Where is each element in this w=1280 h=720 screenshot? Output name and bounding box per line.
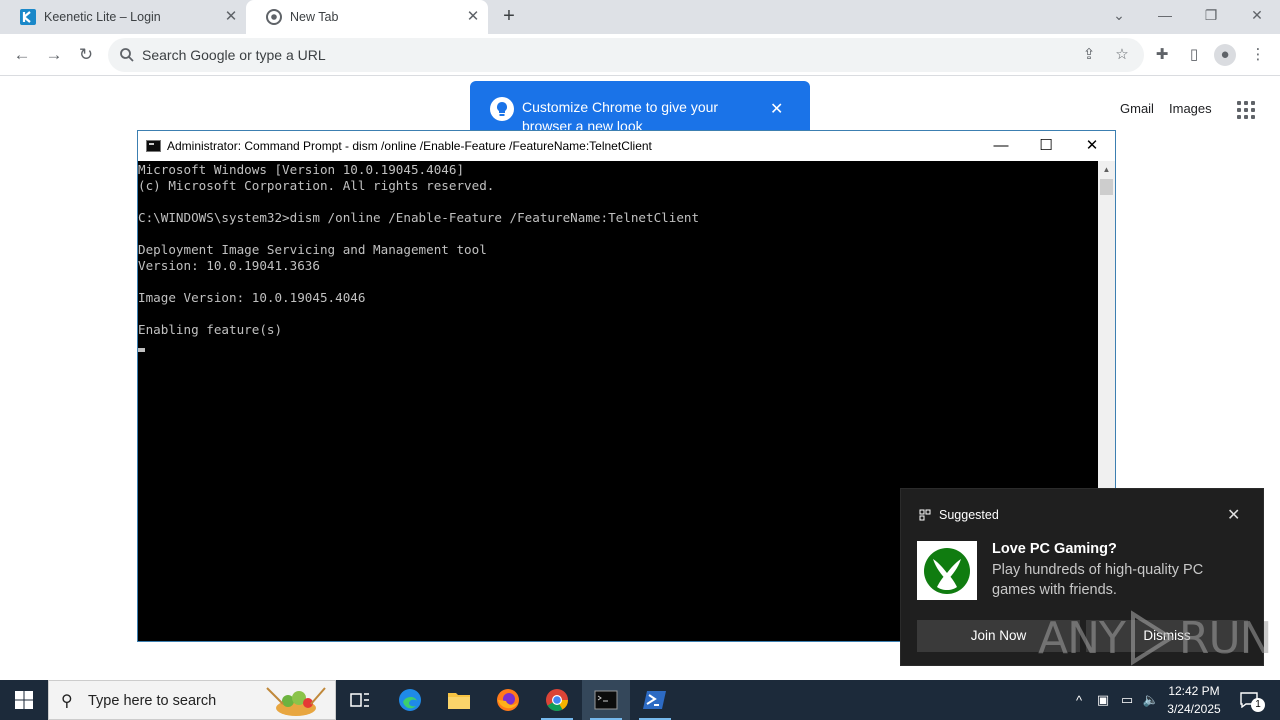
browser-tab-strip: Keenetic Lite – Login ✕ New Tab ✕ + ⌄ — … bbox=[0, 0, 1280, 34]
chrome-favicon-icon bbox=[266, 9, 282, 25]
cmd-maximize-icon[interactable]: ☐ bbox=[1023, 131, 1069, 161]
xbox-logo-icon bbox=[917, 541, 977, 600]
cmd-minimize-icon[interactable]: — bbox=[978, 131, 1024, 161]
tab-label: New Tab bbox=[290, 10, 339, 24]
edge-browser-icon[interactable] bbox=[386, 680, 434, 720]
windows-taskbar: ⚲ Type here to search ^ ▣ ▭ 🔈 12:42 PM 3… bbox=[0, 680, 1280, 720]
extensions-puzzle-icon[interactable]: ✚ bbox=[1151, 44, 1173, 66]
settings-tile-icon bbox=[919, 509, 931, 521]
clock-time: 12:42 PM bbox=[1168, 684, 1220, 698]
cmd-app-icon bbox=[146, 140, 161, 152]
minimize-icon[interactable]: — bbox=[1142, 0, 1188, 34]
network-icon[interactable]: ▭ bbox=[1116, 680, 1138, 720]
notification-close-icon[interactable]: ✕ bbox=[1227, 505, 1240, 525]
scroll-up-arrow-icon[interactable]: ▲ bbox=[1098, 161, 1115, 178]
console-line: ​ bbox=[138, 274, 1098, 290]
notification-header-label: Suggested bbox=[939, 508, 999, 522]
browser-toolbar: ← → ↻ ⇪ ☆ ✚ ▯ ● ⋮ bbox=[0, 34, 1280, 76]
back-arrow-icon[interactable]: ← bbox=[10, 43, 34, 67]
console-line: C:\WINDOWS\system32>dism /online /Enable… bbox=[138, 210, 700, 225]
omnibox[interactable]: ⇪ ☆ bbox=[108, 38, 1144, 72]
command-prompt-taskbar-icon[interactable] bbox=[582, 680, 630, 720]
notification-body: Play hundreds of high-quality PC games w… bbox=[992, 562, 1204, 598]
file-explorer-icon[interactable] bbox=[435, 680, 483, 720]
reload-icon[interactable]: ↻ bbox=[74, 43, 98, 67]
console-line: Image Version: 10.0.19045.4046 bbox=[138, 290, 366, 305]
firefox-icon[interactable] bbox=[484, 680, 532, 720]
chrome-taskbar-icon[interactable] bbox=[533, 680, 581, 720]
tab-close-icon[interactable]: ✕ bbox=[464, 8, 482, 26]
forward-arrow-icon[interactable]: → bbox=[42, 43, 66, 67]
taskbar-clock[interactable]: 12:42 PM 3/24/2025 bbox=[1160, 682, 1228, 718]
console-line: Microsoft Windows [Version 10.0.19045.40… bbox=[138, 162, 465, 177]
clock-date: 3/24/2025 bbox=[1167, 702, 1221, 716]
taskbar-search-placeholder: Type here to search bbox=[88, 693, 217, 709]
more-menu-icon[interactable]: ⋮ bbox=[1247, 44, 1269, 66]
share-icon[interactable]: ⇪ bbox=[1078, 44, 1100, 66]
tab-new-tab[interactable]: New Tab ✕ bbox=[246, 0, 488, 34]
console-line: ​ bbox=[138, 306, 1098, 322]
play-triangle-icon bbox=[1130, 610, 1175, 666]
profile-avatar-icon[interactable]: ● bbox=[1214, 44, 1236, 66]
console-line: Enabling feature(s) bbox=[138, 322, 283, 337]
console-line: Deployment Image Servicing and Managemen… bbox=[138, 242, 487, 257]
device-tray-icon[interactable]: ▣ bbox=[1092, 680, 1114, 720]
cmd-close-icon[interactable]: ✕ bbox=[1069, 131, 1115, 161]
notification-count-badge: 1 bbox=[1251, 698, 1265, 712]
notification-heading: Love PC Gaming? bbox=[992, 541, 1117, 557]
new-tab-button[interactable]: + bbox=[498, 5, 520, 27]
search-highlight-salad-icon bbox=[266, 687, 326, 716]
windows-logo-icon bbox=[15, 691, 33, 709]
restore-icon[interactable]: ❐ bbox=[1188, 0, 1234, 34]
search-icon bbox=[120, 48, 134, 62]
side-panel-icon[interactable]: ▯ bbox=[1183, 44, 1205, 66]
omnibox-input[interactable] bbox=[142, 38, 1042, 72]
tab-close-icon[interactable]: ✕ bbox=[222, 8, 240, 26]
console-line: Version: 10.0.19041.3636 bbox=[138, 258, 320, 273]
tab-keenetic-login[interactable]: Keenetic Lite – Login ✕ bbox=[0, 0, 246, 34]
start-button[interactable] bbox=[0, 680, 48, 720]
volume-icon[interactable]: 🔈 bbox=[1140, 680, 1162, 720]
search-magnifier-icon: ⚲ bbox=[61, 693, 73, 710]
powershell-icon[interactable] bbox=[631, 680, 679, 720]
bookmark-star-icon[interactable]: ☆ bbox=[1111, 44, 1133, 66]
bubble-close-icon[interactable]: ✕ bbox=[770, 99, 783, 119]
close-window-icon[interactable]: ✕ bbox=[1234, 0, 1280, 34]
console-line: (c) Microsoft Corporation. All rights re… bbox=[138, 178, 495, 193]
scroll-thumb[interactable] bbox=[1100, 179, 1113, 195]
taskbar-search-box[interactable]: ⚲ Type here to search bbox=[48, 680, 336, 720]
console-line: ​ bbox=[138, 226, 1098, 242]
keenetic-favicon-icon bbox=[20, 9, 36, 25]
action-center-icon[interactable]: 1 bbox=[1234, 680, 1265, 720]
anyrun-watermark: ANY RUN bbox=[1038, 608, 1273, 668]
tab-search-chevron-icon[interactable]: ⌄ bbox=[1096, 0, 1142, 34]
show-hidden-icons-chevron-icon[interactable]: ^ bbox=[1068, 680, 1090, 720]
console-line: ​ bbox=[138, 194, 1098, 210]
tab-label: Keenetic Lite – Login bbox=[44, 10, 161, 24]
cmd-title-bar[interactable]: Administrator: Command Prompt - dism /on… bbox=[138, 131, 1115, 161]
console-cursor bbox=[138, 338, 1098, 356]
gmail-link[interactable]: Gmail bbox=[1120, 101, 1154, 116]
google-apps-grid-icon[interactable] bbox=[1237, 101, 1255, 119]
notification-header: Suggested bbox=[919, 508, 999, 522]
images-link[interactable]: Images bbox=[1169, 101, 1212, 116]
cmd-title: Administrator: Command Prompt - dism /on… bbox=[167, 139, 652, 153]
task-view-icon[interactable] bbox=[336, 680, 384, 720]
lightbulb-icon bbox=[490, 97, 514, 121]
